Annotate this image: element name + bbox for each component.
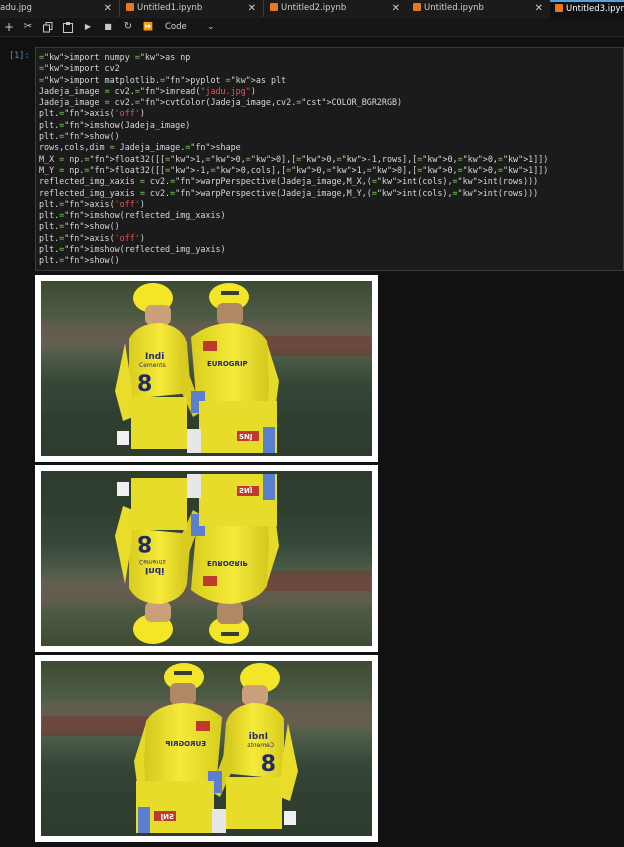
- tab-label: Untitled3.ipynb: [566, 4, 624, 14]
- tab-label: Untitled.ipynb: [424, 3, 484, 13]
- run-icon[interactable]: ▶: [81, 18, 95, 36]
- cell-type-select[interactable]: Code: [165, 18, 187, 36]
- tab-jadu-jpg[interactable]: adu.jpg ✕: [0, 0, 120, 17]
- close-icon[interactable]: ✕: [535, 0, 543, 17]
- code-line: reflected_img_xaxis = cv2.="fn">warpPers…: [39, 176, 539, 187]
- tab-label: Untitled1.ipynb: [137, 3, 203, 13]
- notebook-icon: [126, 3, 134, 11]
- tab-untitled1[interactable]: Untitled1.ipynb ✕: [120, 0, 264, 17]
- code-line: rows,cols,dim = Jadeja_image.="fn">shape: [39, 142, 241, 153]
- code-line: plt.="fn">axis('off'): [39, 198, 145, 209]
- code-line: ="kw">import cv2: [39, 63, 120, 74]
- cricket-photo-reflected-x: [41, 471, 372, 646]
- tab-untitled2[interactable]: Untitled2.ipynb ✕: [264, 0, 408, 17]
- cricket-photo-original: [41, 281, 372, 456]
- close-icon[interactable]: ✕: [104, 0, 112, 17]
- code-line: Jadeja_image = cv2.="fn">cvtColor(Jadeja…: [39, 97, 403, 108]
- output-image-reflected-yaxis: [35, 655, 378, 842]
- run-all-icon[interactable]: ⏩: [141, 18, 155, 36]
- code-line: plt.="fn">show(): [39, 131, 120, 142]
- output-image-original: [35, 275, 378, 462]
- restart-icon[interactable]: ↻: [121, 18, 135, 36]
- code-line: plt.="fn">show(): [39, 221, 120, 232]
- close-icon[interactable]: ✕: [392, 0, 400, 17]
- tab-untitled3[interactable]: Untitled3.ipynb: [550, 0, 624, 18]
- code-line: plt.="fn">imshow(reflected_img_xaxis): [39, 210, 226, 221]
- code-line: ="kw">import matplotlib.="fn">pyplot ="k…: [39, 74, 287, 85]
- code-line: plt.="fn">show(): [39, 255, 120, 266]
- notebook-icon: [555, 4, 563, 12]
- tab-bar: adu.jpg ✕ Untitled1.ipynb ✕ Untitled2.ip…: [0, 0, 624, 19]
- notebook-icon: [413, 3, 421, 11]
- code-line: reflected_img_yaxis = cv2.="fn">warpPers…: [39, 187, 539, 198]
- chevron-down-icon[interactable]: ⌄: [207, 18, 215, 36]
- add-cell-icon[interactable]: +: [2, 18, 16, 36]
- code-line: plt.="fn">imshow(reflected_img_yaxis): [39, 244, 226, 255]
- cell-prompt: [1]:: [9, 51, 30, 61]
- code-line: Jadeja_image = cv2.="fn">imread("jadu.jp…: [39, 85, 256, 96]
- output-image-reflected-xaxis: [35, 465, 378, 652]
- code-line: M_Y = np.="fn">float32([[="kw">-1,="kw">…: [39, 164, 549, 175]
- tab-untitled[interactable]: Untitled.ipynb ✕: [407, 0, 551, 17]
- notebook-toolbar: + ✂ ▶ ■ ↻ ⏩ Code ⌄: [0, 18, 624, 37]
- code-line: plt.="fn">imshow(Jadeja_image): [39, 119, 191, 130]
- code-line: plt.="fn">axis('off'): [39, 108, 145, 119]
- code-cell[interactable]: ="kw">import numpy ="kw">as np ="kw">impo…: [35, 47, 624, 271]
- paste-icon[interactable]: [61, 18, 75, 36]
- stop-icon[interactable]: ■: [101, 18, 115, 36]
- code-line: ="kw">import numpy ="kw">as np: [39, 52, 191, 62]
- tab-label: Untitled2.ipynb: [281, 3, 347, 13]
- copy-icon[interactable]: [41, 18, 55, 36]
- cut-icon[interactable]: ✂: [21, 18, 35, 36]
- tab-label: adu.jpg: [0, 3, 32, 13]
- notebook-icon: [270, 3, 278, 11]
- code-line: M_X = np.="fn">float32([[="kw">1,="kw">0…: [39, 153, 549, 164]
- close-icon[interactable]: ✕: [248, 0, 256, 17]
- code-line: plt.="fn">axis('off'): [39, 232, 145, 243]
- cricket-photo-reflected-y: [41, 661, 372, 836]
